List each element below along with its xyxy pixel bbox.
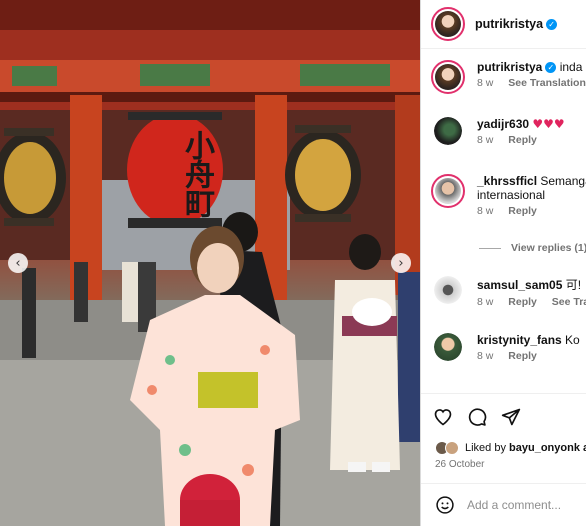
liker-avatar — [445, 441, 459, 455]
comment-username[interactable]: yadijr630 — [477, 117, 529, 131]
author-username[interactable]: putrikristya — [475, 17, 543, 31]
commenter-avatar[interactable] — [434, 117, 462, 145]
commenter-avatar[interactable] — [434, 333, 462, 361]
liked-by-username[interactable]: bayu_onyonk — [509, 442, 580, 454]
next-photo-button[interactable]: › — [391, 253, 411, 273]
caption-time: 8 w — [477, 77, 494, 89]
chevron-left-icon: ‹ — [15, 255, 21, 271]
comment-username[interactable]: samsul_sam05 — [477, 278, 562, 292]
like-heart-icon[interactable] — [433, 407, 453, 427]
comment-username[interactable]: _khrssfficl — [477, 174, 537, 188]
see-translation-link[interactable]: See Transla — [552, 296, 586, 308]
emoji-icon[interactable] — [435, 495, 455, 515]
caption-text: inda — [559, 60, 583, 74]
heart-emoji-icon: ♥♥♥ — [532, 117, 565, 131]
comment-time: 8 w — [477, 134, 494, 146]
comment-row: yadijr630 ♥♥♥ 8 w Reply — [431, 117, 586, 146]
comment-time: 8 w — [477, 205, 494, 217]
post-date: 26 October — [435, 459, 485, 470]
comment-row: kristynity_fans Ko 8 w Reply — [431, 333, 586, 362]
reply-link[interactable]: Reply — [508, 134, 537, 146]
divider-line — [479, 247, 501, 249]
commenter-avatar[interactable] — [434, 276, 462, 304]
post-header: putrikristya ✓ — [421, 0, 586, 49]
comment-time: 8 w — [477, 350, 494, 362]
comment-row: samsul_sam05 可! 8 w Reply See Transla — [431, 276, 586, 308]
comment-input[interactable] — [467, 498, 586, 512]
comments-list: putrikristya ✓ inda 8 w See Translation y… — [421, 50, 586, 386]
post-side-panel: putrikristya ✓ putrikristya ✓ inda 8 w Se… — [420, 0, 586, 526]
see-translation-link[interactable]: See Translation — [508, 77, 586, 89]
comment-bubble-icon[interactable] — [467, 407, 487, 427]
share-send-icon[interactable] — [501, 407, 521, 427]
caption-row: putrikristya ✓ inda 8 w See Translation — [431, 60, 586, 94]
author-avatar[interactable] — [431, 7, 465, 41]
verified-badge-icon: ✓ — [546, 18, 558, 30]
post-photo[interactable]: 小舟町 ‹ › — [0, 0, 420, 526]
verified-badge-icon: ✓ — [545, 62, 557, 73]
add-comment-bar — [421, 483, 586, 526]
caption-username[interactable]: putrikristya — [477, 60, 542, 74]
view-replies-label: View replies (1) — [511, 242, 586, 254]
comment-username[interactable]: kristynity_fans — [477, 333, 562, 347]
reply-link[interactable]: Reply — [508, 296, 537, 308]
view-replies-link[interactable]: View replies (1) — [479, 242, 586, 254]
comment-text: Semanga — [540, 174, 586, 188]
caption-avatar[interactable] — [431, 60, 465, 94]
liked-by-label: Liked by — [465, 442, 506, 454]
liked-by-row: Liked by bayu_onyonk a — [435, 441, 586, 455]
lantern-text: 小舟町 — [179, 129, 214, 217]
commenter-avatar[interactable] — [431, 174, 465, 208]
previous-photo-button[interactable]: ‹ — [8, 253, 28, 273]
chevron-right-icon: › — [398, 255, 404, 271]
comment-time: 8 w — [477, 296, 494, 308]
comment-text-line2: internasional — [477, 188, 546, 202]
comment-row: _khrssfficl Semanga internasional 8 w Re… — [431, 174, 586, 217]
comment-text: Ko — [565, 333, 580, 347]
photo-scene — [0, 0, 420, 526]
reply-link[interactable]: Reply — [508, 205, 537, 217]
comment-text: 可! — [565, 278, 582, 292]
reply-link[interactable]: Reply — [508, 350, 537, 362]
